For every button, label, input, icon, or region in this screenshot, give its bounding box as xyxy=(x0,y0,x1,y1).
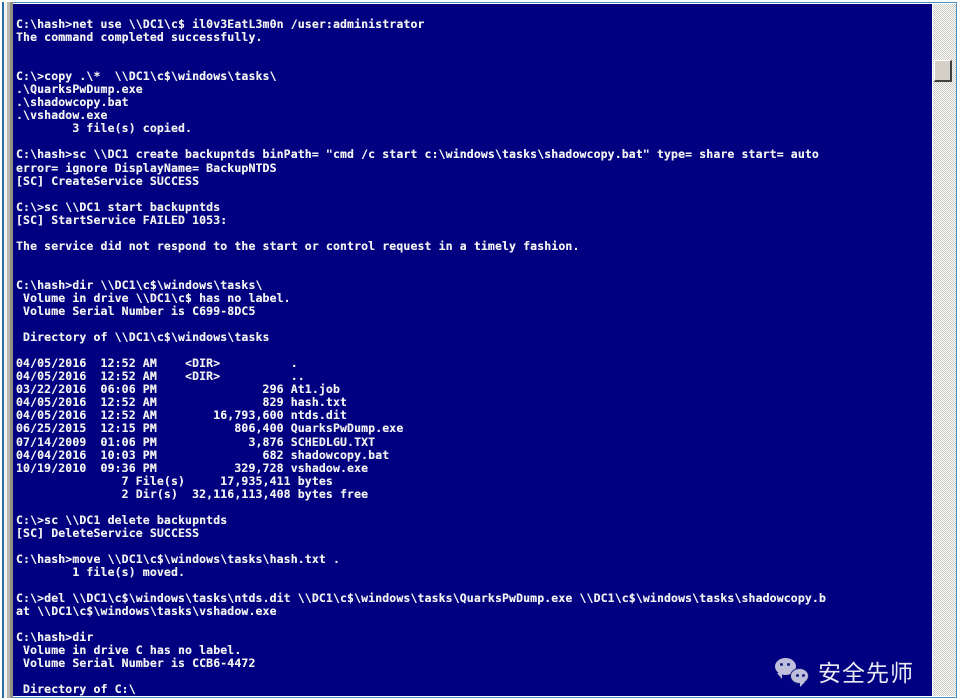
window-border-right xyxy=(956,2,957,698)
command-prompt-window: C:\hash>net use \\DC1\c$ il0v3EatL3m0n /… xyxy=(0,0,959,700)
watermark-text: 安全先师 xyxy=(818,661,914,687)
console-text: C:\hash>net use \\DC1\c$ il0v3EatL3m0n /… xyxy=(16,17,827,696)
vertical-scrollbar[interactable] xyxy=(933,4,956,696)
scrollbar-thumb[interactable] xyxy=(934,60,952,82)
console-output-area[interactable]: C:\hash>net use \\DC1\c$ il0v3EatL3m0n /… xyxy=(13,4,932,696)
window-border-bottom xyxy=(2,697,957,698)
window-border-top xyxy=(2,2,957,3)
